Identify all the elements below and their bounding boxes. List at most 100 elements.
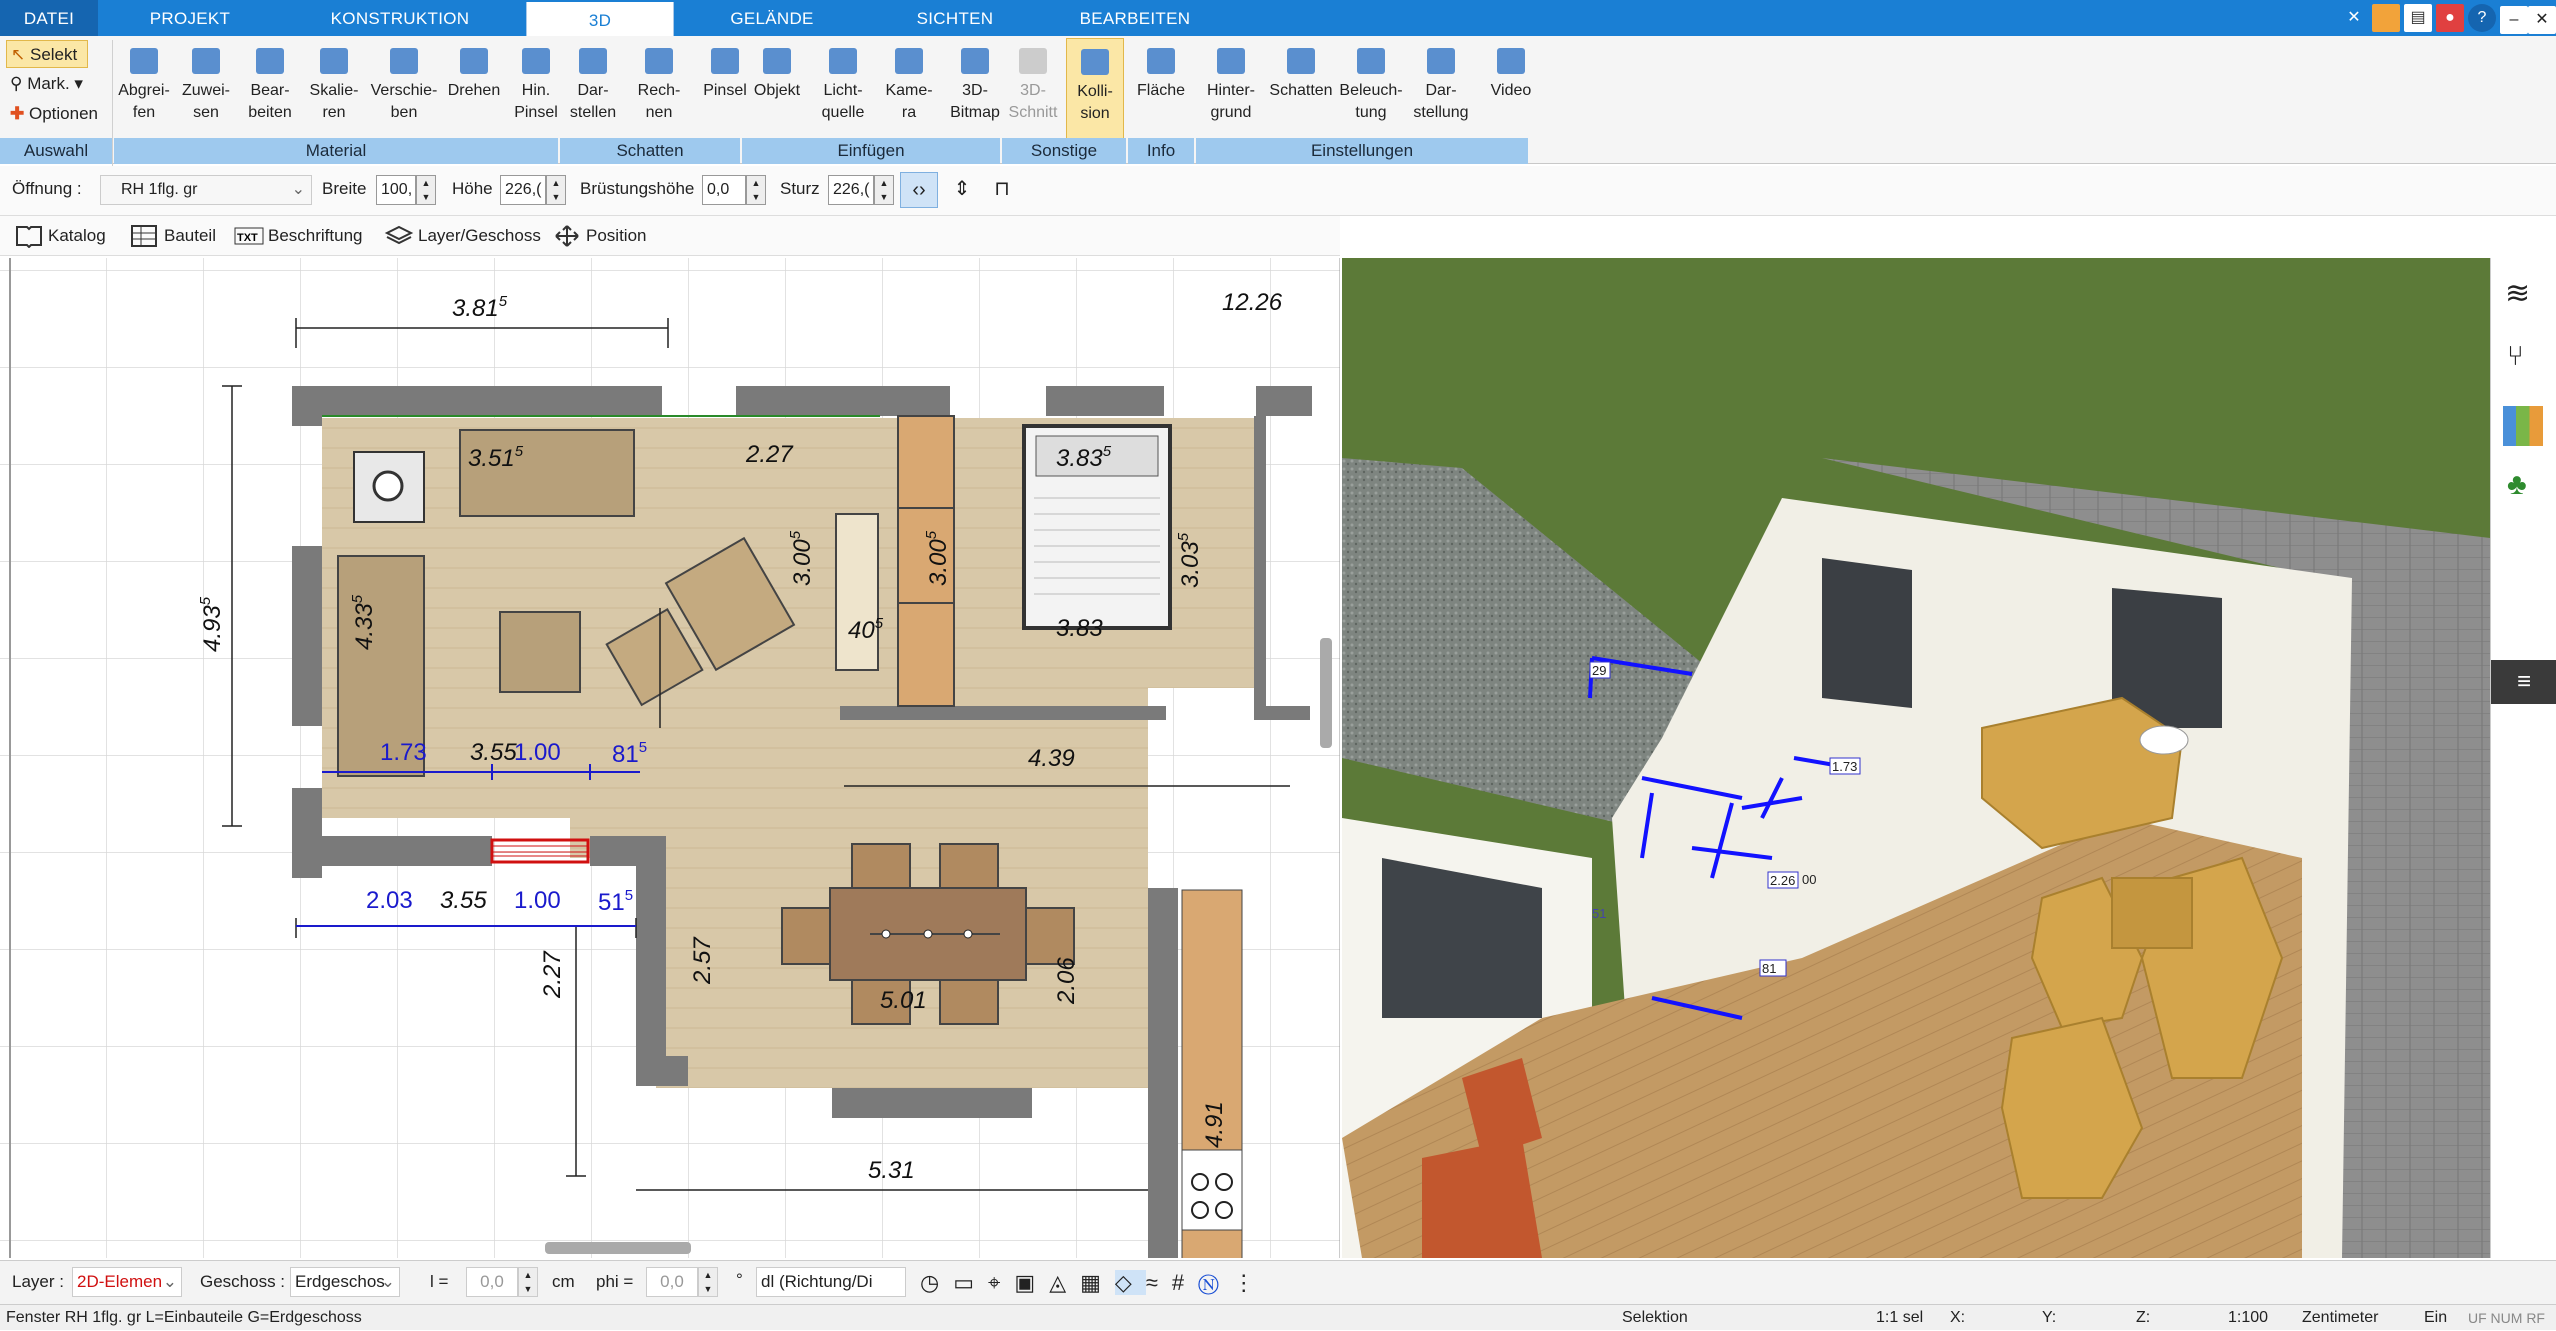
panel-menu-icon[interactable]: ≡ <box>2491 660 2556 704</box>
background-setting-button[interactable]: Hinter-grund <box>1198 38 1264 142</box>
dim-257: 2.57 <box>689 936 716 985</box>
insert-light-button[interactable]: Licht-quelle <box>812 38 874 142</box>
length-input[interactable]: 0,0 <box>466 1267 518 1297</box>
labeling-label: Beschriftung <box>268 226 363 245</box>
plane-icon[interactable]: ◇ <box>1114 1270 1146 1295</box>
save-icon[interactable] <box>2372 4 2400 32</box>
print-icon[interactable]: ▤ <box>2404 4 2432 32</box>
insert-object-label: Objekt <box>753 82 801 99</box>
sill-input[interactable]: 0,0 <box>702 175 746 205</box>
tab-gelaende[interactable]: GELÄNDE <box>700 0 844 36</box>
phi-spinner[interactable]: ▲ ▼ <box>698 1267 718 1297</box>
tab-projekt[interactable]: PROJEKT <box>120 0 260 36</box>
clock-icon[interactable]: ◷ <box>920 1270 953 1295</box>
3d-view-canvas[interactable]: 29 1.73 2.26 00 81 51 <box>1342 258 2490 1258</box>
lintel-input[interactable]: 226,( <box>828 175 874 205</box>
north-icon[interactable]: Ⓝ <box>1198 1270 1233 1295</box>
catalog-button[interactable]: Katalog <box>8 220 108 252</box>
lighting-setting-icon <box>1357 48 1385 74</box>
wave-icon[interactable]: ≈ <box>1146 1270 1172 1295</box>
video-setting-button[interactable]: Video <box>1478 38 1544 142</box>
lintel-spinner[interactable]: ▲ ▼ <box>874 175 894 205</box>
group-schatten: Schatten <box>560 138 740 164</box>
coffee-table <box>499 611 581 693</box>
pick-material-button[interactable]: Abgrei-fen <box>116 38 172 142</box>
layer-select[interactable]: 2D-Elemen ⌄ <box>72 1267 182 1297</box>
tab-konstruktion[interactable]: KONSTRUKTION <box>310 0 490 36</box>
opening-view-icon[interactable]: ⊓ <box>984 172 1020 208</box>
chair-icon[interactable]: ⑂ <box>2507 340 2524 372</box>
display-setting-button[interactable]: Dar-stellung <box>1408 38 1474 142</box>
lighting-setting-button[interactable]: Beleuch-tung <box>1338 38 1404 142</box>
sill-spinner[interactable]: ▲ ▼ <box>746 175 766 205</box>
insert-camera-button[interactable]: Kame-ra <box>878 38 940 142</box>
collision-button[interactable]: Kolli-sion <box>1066 38 1124 142</box>
floor-select[interactable]: Erdgeschos ⌄ <box>290 1267 400 1297</box>
group-material: Material <box>114 138 558 164</box>
tab-datei[interactable]: DATEI <box>0 0 98 36</box>
rotate-material-button[interactable]: Drehen <box>444 38 504 142</box>
monitor-icon[interactable]: ▭ <box>953 1270 988 1295</box>
edit-material-button[interactable]: Bear-beiten <box>240 38 300 142</box>
direction-select[interactable]: dl (Richtung/Di <box>756 1267 906 1297</box>
position-button[interactable]: Position <box>546 220 656 252</box>
plan-scrollbar-h[interactable] <box>545 1242 691 1254</box>
labeling-button[interactable]: TXT Beschriftung <box>228 220 368 252</box>
move-material-button[interactable]: Verschie-ben <box>368 38 440 142</box>
camera-icon[interactable]: ⌖ <box>988 1270 1014 1295</box>
area-info-button[interactable]: Fläche <box>1132 38 1190 142</box>
brush-material-button[interactable]: Hin. Pinsel <box>508 38 564 142</box>
tab-bearbeiten[interactable]: BEARBEITEN <box>1050 0 1220 36</box>
height-spinner[interactable]: ▲ ▼ <box>546 175 566 205</box>
minimize-button[interactable]: – <box>2500 6 2528 34</box>
record-icon[interactable]: ● <box>2436 4 2464 32</box>
group-einfuegen: Einfügen <box>742 138 1000 164</box>
scale-material-label: Skalie- <box>309 82 359 99</box>
length-spinner[interactable]: ▲ ▼ <box>518 1267 538 1297</box>
show-shadow-icon <box>579 48 607 74</box>
more-icon[interactable]: ⋮ <box>1233 1270 1269 1295</box>
tree-icon[interactable]: ♣ <box>2507 468 2527 502</box>
height-input[interactable]: 226,( <box>500 175 546 205</box>
status-bar: Fenster RH 1flg. gr L=Einbauteile G=Erdg… <box>0 1304 2556 1330</box>
options-button[interactable]: ✚ Optionen <box>6 100 98 128</box>
phi-input[interactable]: 0,0 <box>646 1267 698 1297</box>
lamp-3d <box>2139 725 2189 755</box>
assign-material-button[interactable]: Zuwei-sen <box>176 38 236 142</box>
mark-button[interactable]: ⚲ Mark. ▾ <box>6 70 83 98</box>
area-info-label: Fläche <box>1136 82 1186 99</box>
texture-icon[interactable]: ▦ <box>1080 1270 1115 1295</box>
brush-material-icon <box>522 48 550 74</box>
close-button[interactable]: ✕ <box>2528 6 2556 34</box>
floor-plan-canvas[interactable]: 3.815 12.26 3.515 2.27 3.835 3.83 3.005 … <box>0 258 1340 1258</box>
select-button[interactable]: ↖ Selekt <box>6 40 88 68</box>
move-material-label: ben <box>390 104 418 121</box>
group-info: Info <box>1128 138 1194 164</box>
plan-scrollbar-v[interactable] <box>1320 638 1332 748</box>
tab-sichten[interactable]: SICHTEN <box>880 0 1030 36</box>
insert-bitmap-button[interactable]: 3D- Bitmap <box>944 38 1006 142</box>
section-3d-button[interactable]: 3D- Schnitt <box>1004 38 1062 142</box>
render-icon[interactable]: ▣ <box>1014 1270 1049 1295</box>
mirror-horizontal-icon[interactable]: ‹› <box>900 172 938 208</box>
component-button[interactable]: Bauteil <box>124 220 228 252</box>
show-shadow-button[interactable]: Dar-stellen <box>562 38 624 142</box>
collision-icon <box>1081 49 1109 75</box>
layer-floor-button[interactable]: Layer/Geschoss <box>378 220 541 252</box>
help-icon[interactable]: ? <box>2468 4 2496 32</box>
calc-shadow-button[interactable]: Rech-nen <box>628 38 690 142</box>
width-spinner[interactable]: ▲ ▼ <box>416 175 436 205</box>
move-material-label: Verschie- <box>370 82 438 99</box>
tab-3d[interactable]: 3D <box>526 2 674 36</box>
grid-icon[interactable]: # <box>1172 1270 1198 1295</box>
scale-material-button[interactable]: Skalie-ren <box>304 38 364 142</box>
opening-type-select[interactable]: RH 1flg. gr ⌄ <box>100 175 312 205</box>
insert-object-button[interactable]: Objekt <box>746 38 808 142</box>
mirror-vertical-icon[interactable]: ⇕ <box>944 172 980 208</box>
material-palette-icon[interactable] <box>2503 406 2543 446</box>
width-input[interactable]: 100, <box>376 175 416 205</box>
eye-icon[interactable]: ◬ <box>1049 1270 1080 1295</box>
shadow-setting-button[interactable]: Schatten <box>1268 38 1334 142</box>
layers-icon[interactable]: ≋ <box>2505 276 2530 311</box>
tools-icon[interactable]: ✕ <box>2340 4 2368 32</box>
